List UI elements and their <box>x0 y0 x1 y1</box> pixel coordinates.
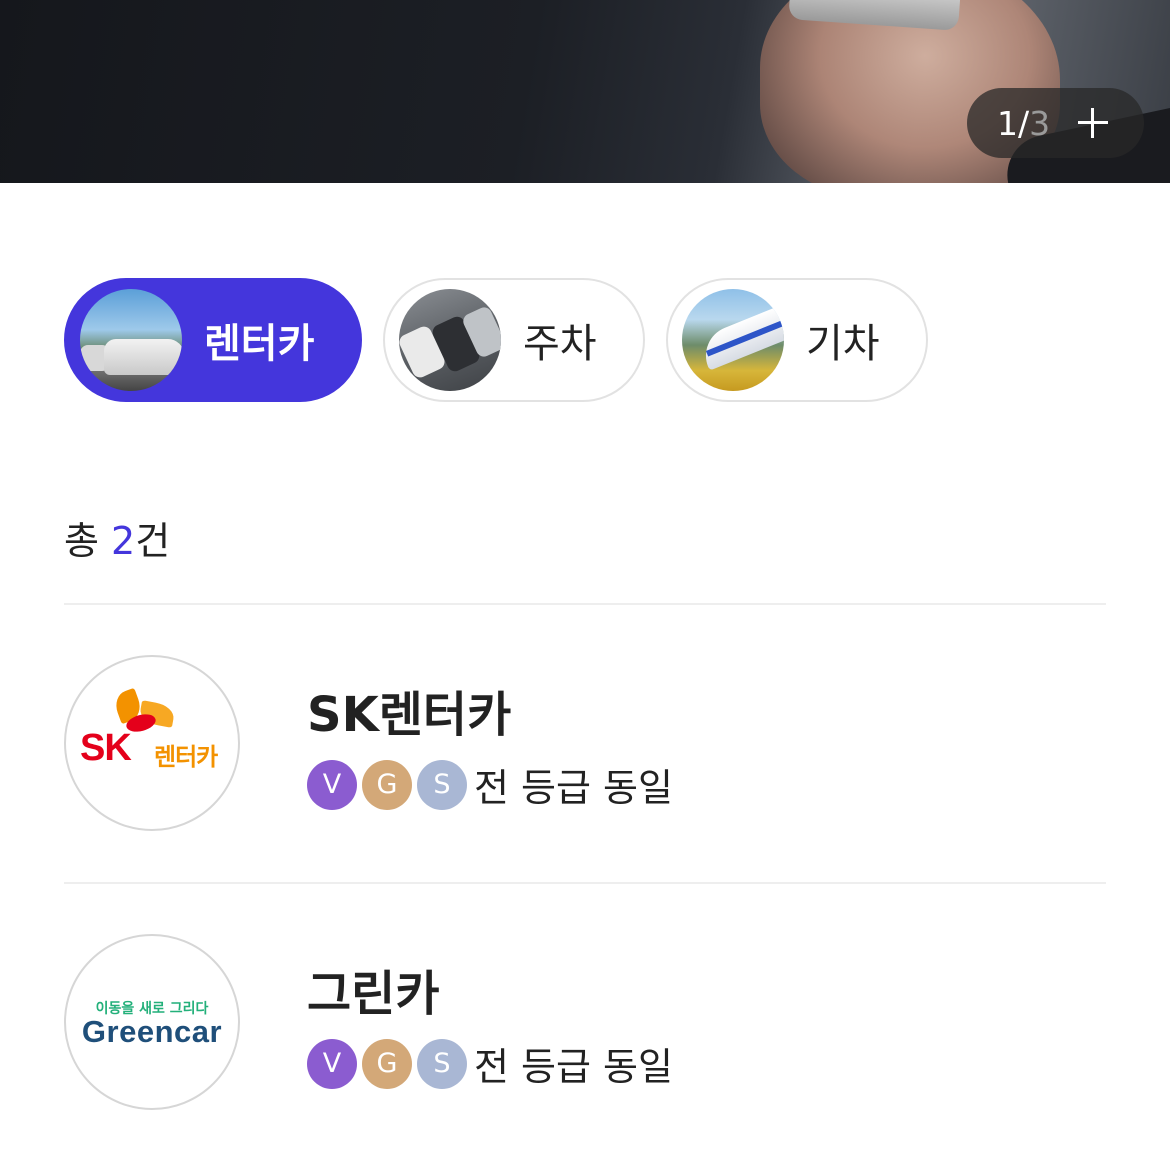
pager-total: 3 <box>1029 103 1051 143</box>
logo-subtext: 렌터카 <box>154 743 218 771</box>
grade-badge-s: S <box>417 759 467 810</box>
grade-note: 전 등급 동일 <box>474 1045 673 1089</box>
result-count: 총 2건 <box>64 510 170 565</box>
grade-info: V G S 전 등급 동일 <box>307 757 673 812</box>
tab-label: 기차 <box>806 321 880 367</box>
tab-rental-car[interactable]: 렌터카 <box>64 278 362 402</box>
divider <box>64 882 1106 884</box>
tab-train[interactable]: 기차 <box>666 278 928 402</box>
list-item[interactable]: SK 렌터카 SK렌터카 V G S 전 등급 동일 <box>64 655 1106 835</box>
grade-note: 전 등급 동일 <box>474 766 673 810</box>
logo-wordmark: Greencar <box>81 1014 223 1049</box>
grade-badge-g: G <box>362 1038 412 1089</box>
pager-separator: / <box>1018 103 1030 143</box>
result-count-suffix: 건 <box>135 519 171 563</box>
plus-icon[interactable] <box>1078 108 1109 138</box>
grade-badge-v: V <box>307 1038 357 1089</box>
grade-badge-v: V <box>307 759 357 810</box>
banner-pager[interactable]: 1 / 3 <box>967 88 1144 158</box>
partner-name: 그린카 <box>307 966 440 1022</box>
promo-banner[interactable]: 1 / 3 <box>0 0 1170 183</box>
divider <box>64 603 1106 605</box>
car-shape <box>104 339 182 375</box>
partner-name: SK렌터카 <box>307 687 512 743</box>
tab-label: 주차 <box>523 321 597 367</box>
sk-rentacar-logo: SK 렌터카 <box>64 655 240 831</box>
list-item[interactable]: 이동을 새로 그리다 Greencar 그린카 V G S 전 등급 동일 <box>64 934 1106 1114</box>
tab-label: 렌터카 <box>204 321 315 367</box>
train-thumbnail <box>682 289 784 391</box>
result-count-prefix: 총 <box>64 519 112 563</box>
pager-current: 1 <box>997 103 1018 143</box>
parking-thumbnail <box>399 289 501 391</box>
grade-info: V G S 전 등급 동일 <box>307 1036 673 1091</box>
greencar-logo: 이동을 새로 그리다 Greencar <box>64 934 240 1110</box>
rental-car-thumbnail <box>80 289 182 391</box>
logo-text: SK <box>80 727 132 769</box>
grade-badge-g: G <box>362 759 412 810</box>
tab-parking[interactable]: 주차 <box>383 278 645 402</box>
result-count-number: 2 <box>111 519 136 563</box>
grade-badge-s: S <box>417 1038 467 1089</box>
